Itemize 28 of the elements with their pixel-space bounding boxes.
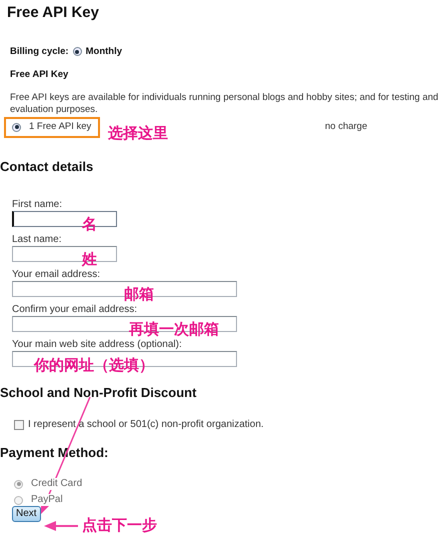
radio-button[interactable] (72, 47, 82, 56)
annotation-text: 点击下一步 (82, 518, 157, 533)
option-label: PayPal (31, 494, 63, 506)
radio-button[interactable] (12, 122, 21, 132)
annotation-text: 你的网址（选填） (34, 358, 154, 373)
option-label: Credit Card (31, 478, 82, 490)
next-button[interactable]: Next (12, 506, 41, 522)
page-title: Free API Key (7, 4, 100, 22)
field-label: Confirm your email address: (12, 304, 138, 316)
field-label: Your main web site address (optional): (12, 339, 182, 352)
section-heading: School and Non-Profit Discount (0, 385, 198, 401)
section-heading: Contact details (0, 158, 94, 174)
field-label: Your email address: (12, 269, 100, 282)
plan-heading: Free API Key (10, 69, 70, 81)
field-label: Last name: (12, 234, 62, 246)
annotation-text: 姓 (82, 252, 97, 267)
checkbox[interactable] (14, 420, 24, 430)
checkbox-label: I represent a school or 501(c) non-profit organization. (28, 418, 264, 431)
annotation-text: 再填一次邮箱 (129, 322, 219, 337)
billing-option: Monthly (86, 46, 122, 58)
plan-description: Free API keys are available for individuals running personal blogs and hobby sites; and for testing and evaluation purposes. (10, 92, 440, 116)
billing-label: Billing cycle: (10, 46, 69, 58)
annotation-text: 邮箱 (124, 287, 154, 302)
field-label: First name: (12, 199, 62, 212)
annotation-text: 选择这里 (108, 126, 168, 141)
annotation-arrow (44, 521, 78, 531)
price-text: no charge (325, 121, 368, 133)
option-label: 1 Free API key (29, 121, 92, 133)
